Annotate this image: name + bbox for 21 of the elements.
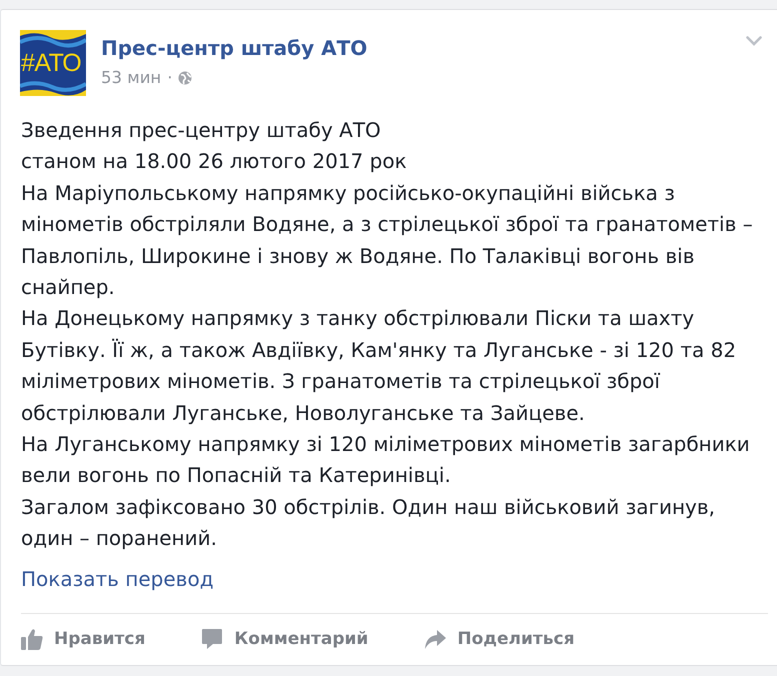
- post-paragraph: Зведення прес-центру штабу АТО: [21, 117, 382, 144]
- post-paragraph: На Донецькому напрямку з танку обстрілювали Піски та шахту Бутівку. Її ж, а також Авдіївку, Кам'янку та Луганське - зі 120 та 82 міліметрових мінометів. З гранатометів та стрілецької зброї обстрілювали Луганське, Новолуганське та Зайцеве.: [21, 305, 738, 427]
- chevron-down-icon[interactable]: [746, 36, 762, 46]
- share-button[interactable]: Поделиться: [424, 628, 574, 650]
- like-button[interactable]: Нравится: [21, 628, 146, 650]
- comment-button[interactable]: Комментарий: [201, 628, 368, 650]
- show-translation-link[interactable]: Показать перевод: [21, 566, 214, 592]
- wave-stripes-drawing: [20, 30, 86, 96]
- separator-dot: ·: [167, 68, 172, 88]
- speech-bubble-icon: [201, 628, 224, 650]
- globe-icon: [178, 71, 192, 85]
- share-arrow-icon: [424, 628, 446, 650]
- logo-text: #АТО: [21, 50, 82, 76]
- post-time[interactable]: 53 мин: [101, 68, 162, 88]
- post-paragraph: станом на 18.00 26 лютого 2017 рок: [21, 148, 408, 176]
- post-paragraph: На Маріупольському напрямку російсько-окупаційні війська з мінометів обстріляли Водяне, а з стрілецької зброї та гранатометів – Павлопіль, Широкине і знову ж Водяне. По Талаківці вогонь вів снайпер.: [21, 180, 754, 302]
- author-name-link[interactable]: Прес-центр штабу АТО: [101, 36, 368, 60]
- post-paragraph: На Луганському напрямку зі 120 міліметрових мінометів загарбники вели вогонь по Попасній та Катеринівці.: [21, 431, 751, 490]
- post-paragraph: Загалом зафіксовано 30 обстрілів. Один наш військовий загинув, один – поранений.: [21, 494, 716, 552]
- thumbs-up-icon: [21, 628, 43, 650]
- avatar-logo[interactable]: #АТО: [20, 30, 86, 96]
